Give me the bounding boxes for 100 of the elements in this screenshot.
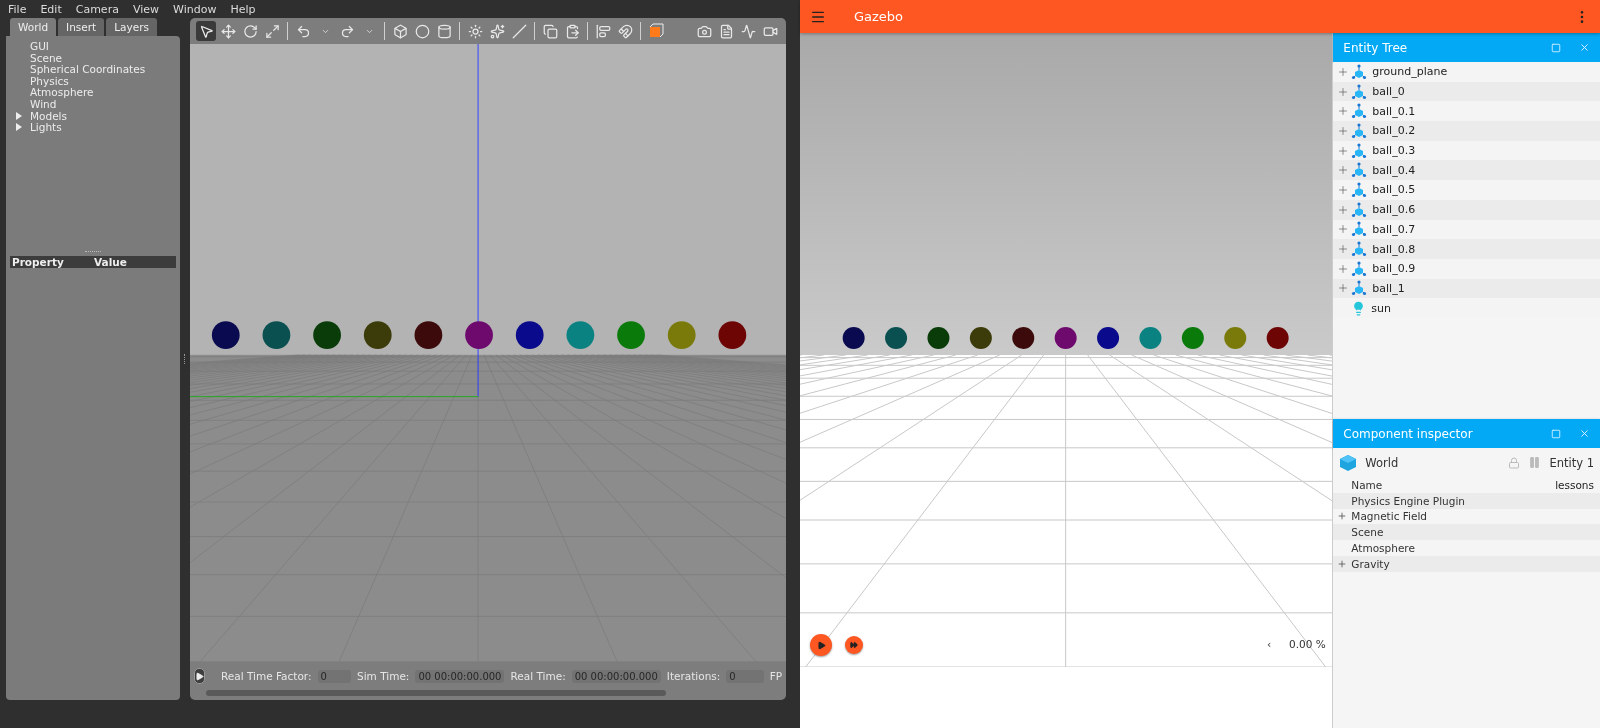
entity-name: ball_0.7: [1372, 222, 1416, 236]
model-icon: [1351, 122, 1368, 139]
play-button[interactable]: [194, 668, 205, 684]
tree-row[interactable]: ball_0.6: [1333, 199, 1600, 220]
expand-icon[interactable]: [1337, 164, 1350, 177]
expand-icon[interactable]: [1337, 511, 1348, 522]
entity-id: Entity 1: [1549, 455, 1594, 470]
maximize-icon[interactable]: [1551, 428, 1561, 439]
expand-icon[interactable]: [1337, 85, 1350, 98]
expand-icon[interactable]: [1337, 105, 1350, 118]
entity-name: ball_0.8: [1372, 242, 1416, 256]
tree-item[interactable]: Spherical Coordinates: [30, 63, 146, 76]
expand-arrow-icon[interactable]: [16, 123, 22, 132]
entity-name: ball_0.1: [1372, 104, 1416, 118]
entity-name: sun: [1371, 301, 1391, 315]
tree-row[interactable]: ball_1: [1333, 278, 1600, 299]
model-icon: [1351, 241, 1368, 258]
field-label: Real Time Factor:: [221, 670, 312, 682]
menu-item[interactable]: Camera: [75, 2, 119, 16]
scrollbar-thumb[interactable]: [206, 690, 666, 696]
tab[interactable]: World: [10, 18, 57, 37]
menu-item[interactable]: Help: [230, 2, 256, 16]
expand-icon[interactable]: [1337, 183, 1350, 196]
menu-item[interactable]: Window: [173, 2, 217, 16]
property-label: Magnetic Field: [1351, 510, 1428, 523]
back-arrow[interactable]: ‹: [1267, 638, 1272, 650]
panel-title: Component inspector: [1343, 426, 1474, 441]
column-header: Property: [11, 256, 65, 269]
fast-forward-icon: [850, 641, 858, 649]
property-label: Scene: [1351, 526, 1385, 539]
model-icon: [1351, 181, 1368, 198]
entity-name: ball_0.9: [1372, 262, 1416, 276]
model-icon: [1351, 142, 1368, 159]
entity-name: ball_0.3: [1372, 144, 1416, 158]
tree-row[interactable]: ball_0: [1333, 81, 1600, 102]
property-label: Atmosphere: [1351, 542, 1416, 555]
panel-title: Entity Tree: [1343, 40, 1409, 55]
property-label: Gravity: [1351, 557, 1391, 570]
tree-item[interactable]: Wind: [30, 97, 57, 110]
menu-item[interactable]: File: [8, 2, 27, 16]
entity-name: ball_0.4: [1372, 163, 1416, 177]
expand-icon[interactable]: [1337, 203, 1350, 216]
tree-item[interactable]: GUI: [30, 39, 49, 52]
tree-item[interactable]: Atmosphere: [30, 86, 94, 99]
model-icon: [1351, 162, 1368, 179]
model-icon: [1351, 63, 1368, 80]
model-icon: [1351, 201, 1368, 218]
entity-name: ball_0: [1372, 85, 1405, 99]
expand-icon[interactable]: [1337, 243, 1350, 256]
menu-item[interactable]: Edit: [40, 2, 62, 16]
expand-icon[interactable]: [1337, 262, 1350, 275]
tree-row[interactable]: ball_0.4: [1333, 160, 1600, 181]
field-label: Iterations:: [666, 670, 721, 682]
tab[interactable]: Layers: [106, 18, 157, 37]
field-label: FP: [769, 670, 782, 682]
value-field: 0: [726, 669, 764, 683]
play-icon: [816, 640, 826, 650]
tree-item[interactable]: Lights: [30, 121, 62, 134]
play-icon: [195, 671, 204, 681]
close-icon[interactable]: [1579, 428, 1590, 439]
expand-icon[interactable]: [1337, 65, 1350, 78]
entity-name: ball_0.5: [1372, 183, 1416, 197]
model-icon: [1351, 103, 1368, 120]
menu-item[interactable]: View: [132, 2, 159, 16]
app-title: Gazebo: [854, 9, 905, 24]
property-value: lessons: [1555, 478, 1594, 491]
entity-name: ground_plane: [1372, 65, 1448, 79]
close-icon[interactable]: [1579, 42, 1590, 53]
value-field: 00 00:00:00.000: [571, 669, 661, 683]
model-icon: [1351, 260, 1368, 277]
cube-icon: [1339, 453, 1358, 472]
field-label: Sim Time:: [357, 670, 410, 682]
expand-icon[interactable]: [1337, 223, 1350, 236]
tree-item[interactable]: Physics: [30, 74, 69, 87]
tree-item[interactable]: Models: [30, 109, 67, 122]
property-label: Name: [1351, 478, 1384, 491]
tree-row[interactable]: ball_0.8: [1333, 239, 1600, 259]
tree-row[interactable]: ball_0.2: [1333, 121, 1600, 141]
maximize-icon[interactable]: [1551, 42, 1561, 53]
tree-item[interactable]: Scene: [30, 51, 62, 64]
entity-name: ball_0.2: [1372, 124, 1416, 138]
model-icon: [1351, 280, 1368, 297]
lock-icon[interactable]: [1508, 456, 1521, 469]
entity-name: ball_0.6: [1372, 203, 1416, 217]
field-label: Real Time:: [510, 670, 566, 682]
select-icon[interactable]: [196, 21, 216, 42]
expand-arrow-icon[interactable]: [16, 111, 22, 120]
value-field: 0: [317, 669, 351, 683]
entity-name: World: [1365, 455, 1400, 470]
real-time-factor: 0.00 %: [1289, 638, 1326, 650]
expand-icon[interactable]: [1337, 124, 1350, 137]
tab[interactable]: Insert: [58, 18, 105, 37]
value-field: 00 00:00:00.000: [415, 669, 505, 683]
pause-icon[interactable]: [1528, 456, 1542, 469]
entity-name: ball_1: [1372, 281, 1405, 295]
property-label: Physics Engine Plugin: [1351, 494, 1466, 507]
model-icon: [1351, 83, 1368, 100]
expand-icon[interactable]: [1337, 144, 1350, 157]
expand-icon[interactable]: [1337, 558, 1348, 569]
expand-icon[interactable]: [1337, 282, 1350, 295]
